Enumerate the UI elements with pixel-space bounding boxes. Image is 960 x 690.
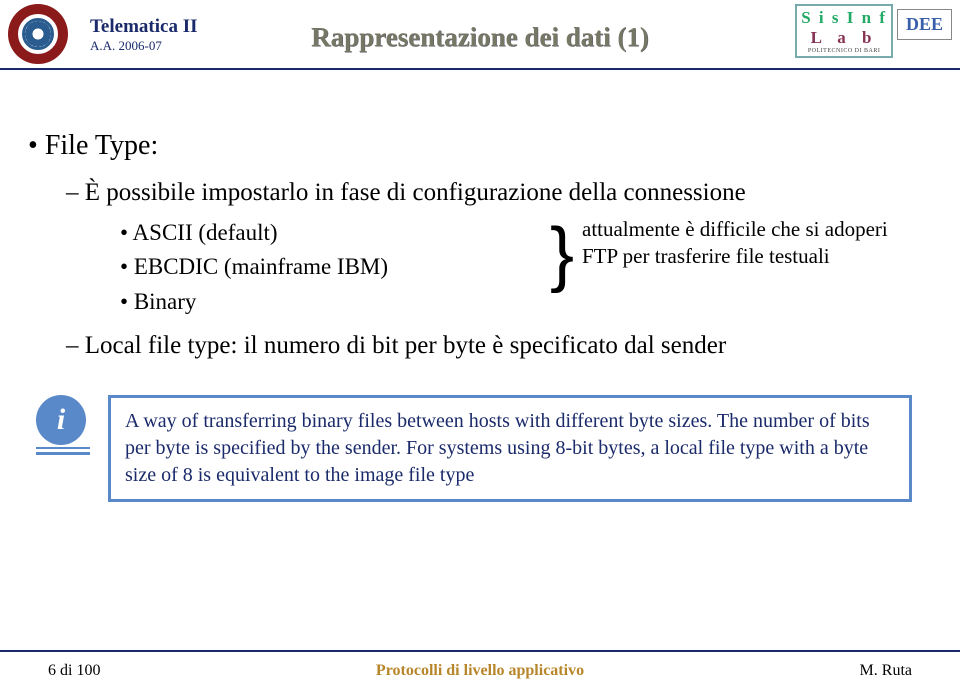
- info-box: A way of transferring binary files betwe…: [108, 395, 912, 502]
- bullet-main: File Type:: [48, 130, 912, 162]
- lab-logo-top: S i s I n f: [801, 8, 887, 28]
- bullet-sub-1: È possibile impostarlo in fase di config…: [90, 174, 912, 212]
- brace-icon: }: [550, 219, 580, 289]
- page-counter: 6 di 100: [48, 662, 100, 680]
- course-name: Telematica II: [90, 16, 197, 38]
- footer-divider: [0, 650, 960, 652]
- institution-seal-icon: [8, 4, 68, 64]
- header-divider: [0, 68, 960, 70]
- annotation-line-2: FTP per trasferire file testuali: [582, 243, 888, 270]
- author: M. Ruta: [860, 662, 912, 680]
- lab-logo: S i s I n f L a b POLITECNICO DI BARI: [795, 4, 893, 58]
- annotation-line-1: attualmente è difficile che si adoperi: [582, 216, 888, 243]
- footer-title: Protocolli di livello applicativo: [376, 662, 584, 680]
- lab-logo-sub: POLITECNICO DI BARI: [801, 48, 887, 54]
- info-text: A way of transferring binary files betwe…: [125, 408, 895, 489]
- bullet-sub-2: Local file type: il numero di bit per by…: [90, 327, 912, 365]
- dee-badge: DEE: [897, 9, 952, 40]
- academic-year: A.A. 2006-07: [90, 38, 197, 54]
- dee-text: DEE: [906, 14, 943, 34]
- slide-title: Rappresentazione dei dati (1): [311, 22, 649, 53]
- info-icon: i: [36, 395, 90, 455]
- lab-logo-bottom: L a b: [801, 28, 887, 48]
- bullet-item-binary: Binary: [140, 285, 912, 320]
